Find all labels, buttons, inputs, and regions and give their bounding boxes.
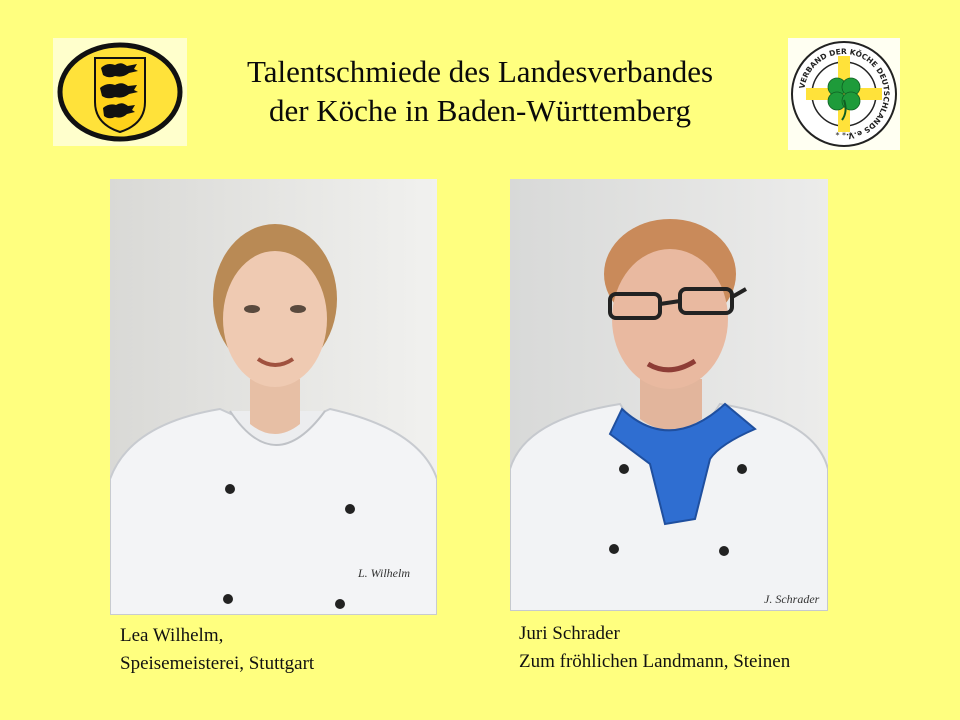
portrait-photo-lea-wilhelm: L. Wilhelm [110, 179, 437, 615]
caption-lea-wilhelm: Lea Wilhelm, Speisemeisterei, Stuttgart [120, 622, 314, 678]
portrait-photo-juri-schrader: J. Schrader [510, 179, 828, 611]
verband-der-koeche-clover-seal-icon: VERBAND DER KÖCHE DEUTSCHLANDS e.V. * * … [791, 41, 897, 147]
caption-name: Lea Wilhelm, [120, 625, 224, 646]
baden-wuerttemberg-coat-of-arms-icon [57, 42, 183, 142]
caption-juri-schrader: Juri Schrader Zum fröhlichen Landmann, S… [519, 620, 790, 676]
vkd-seal-logo: VERBAND DER KÖCHE DEUTSCHLANDS e.V. * * … [788, 38, 900, 150]
slide-title: Talentschmiede des Landesverbandes der K… [180, 52, 780, 130]
title-line-1: Talentschmiede des Landesverbandes [246, 54, 714, 89]
embroidered-name-tag-juri: J. Schrader [764, 592, 820, 606]
caption-place: Speisemeisterei, Stuttgart [120, 653, 315, 674]
embroidered-name-tag-lea: L. Wilhelm [357, 566, 410, 580]
title-line-2: der Köche in Baden-Württemberg [268, 93, 692, 128]
caption-name: Juri Schrader [519, 623, 620, 644]
svg-text:* * *: * * * [835, 131, 852, 140]
caption-place: Zum fröhlichen Landmann, Steinen [519, 651, 791, 672]
bw-coat-of-arms-logo [53, 38, 187, 146]
